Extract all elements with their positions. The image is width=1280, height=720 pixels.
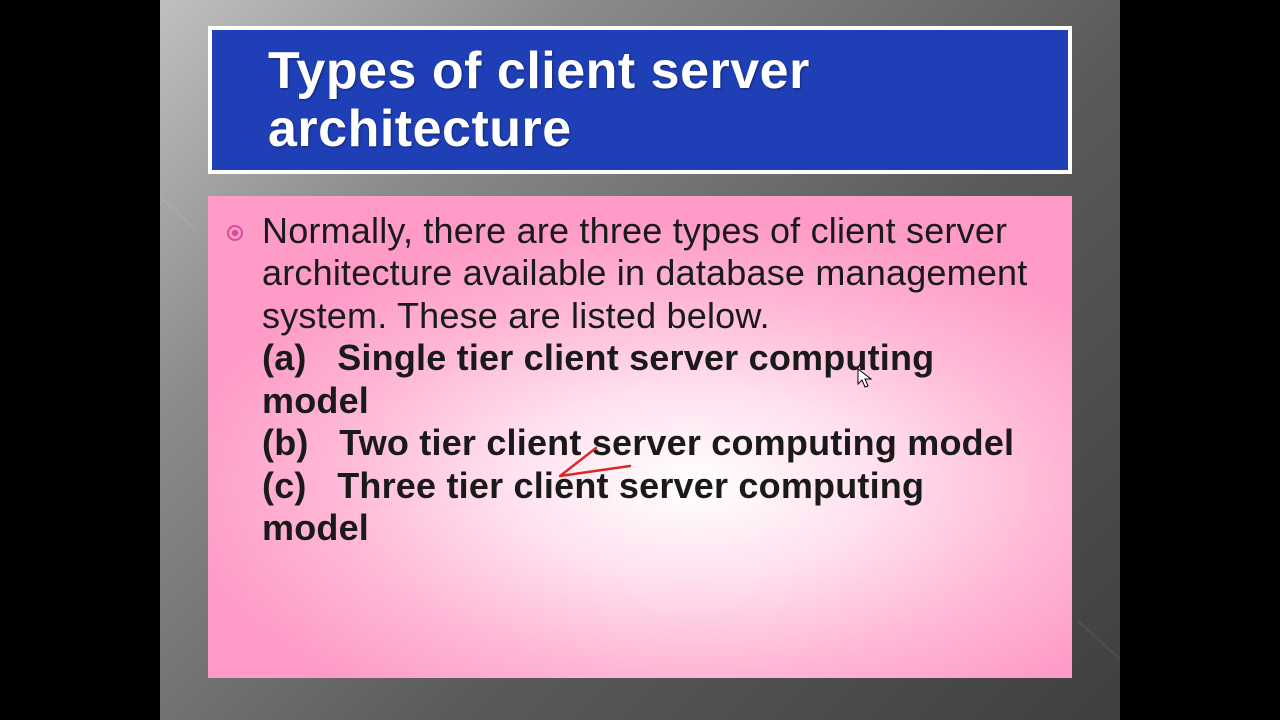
slide-stage: Types of client server architecture Norm…	[160, 0, 1120, 720]
bullet-row: Normally, there are three types of clien…	[264, 210, 1032, 550]
intro-text: Normally, there are three types of clien…	[262, 210, 1027, 336]
item-a-label: (a)	[262, 337, 307, 378]
slide-title: Types of client server architecture	[268, 42, 1018, 158]
item-b-label: (b)	[262, 422, 309, 463]
item-a-text: Single tier client server computing mode…	[262, 337, 934, 420]
decorative-line	[1078, 621, 1121, 660]
bullet-icon	[226, 224, 244, 242]
item-c-text: Three tier client server computing model	[262, 465, 924, 548]
decorative-line	[159, 196, 196, 230]
title-box: Types of client server architecture	[208, 26, 1072, 174]
item-b-text: Two tier client server computing model	[339, 422, 1014, 463]
body-text: Normally, there are three types of clien…	[262, 210, 1032, 550]
body-box: Normally, there are three types of clien…	[208, 196, 1072, 678]
item-c-label: (c)	[262, 465, 307, 506]
